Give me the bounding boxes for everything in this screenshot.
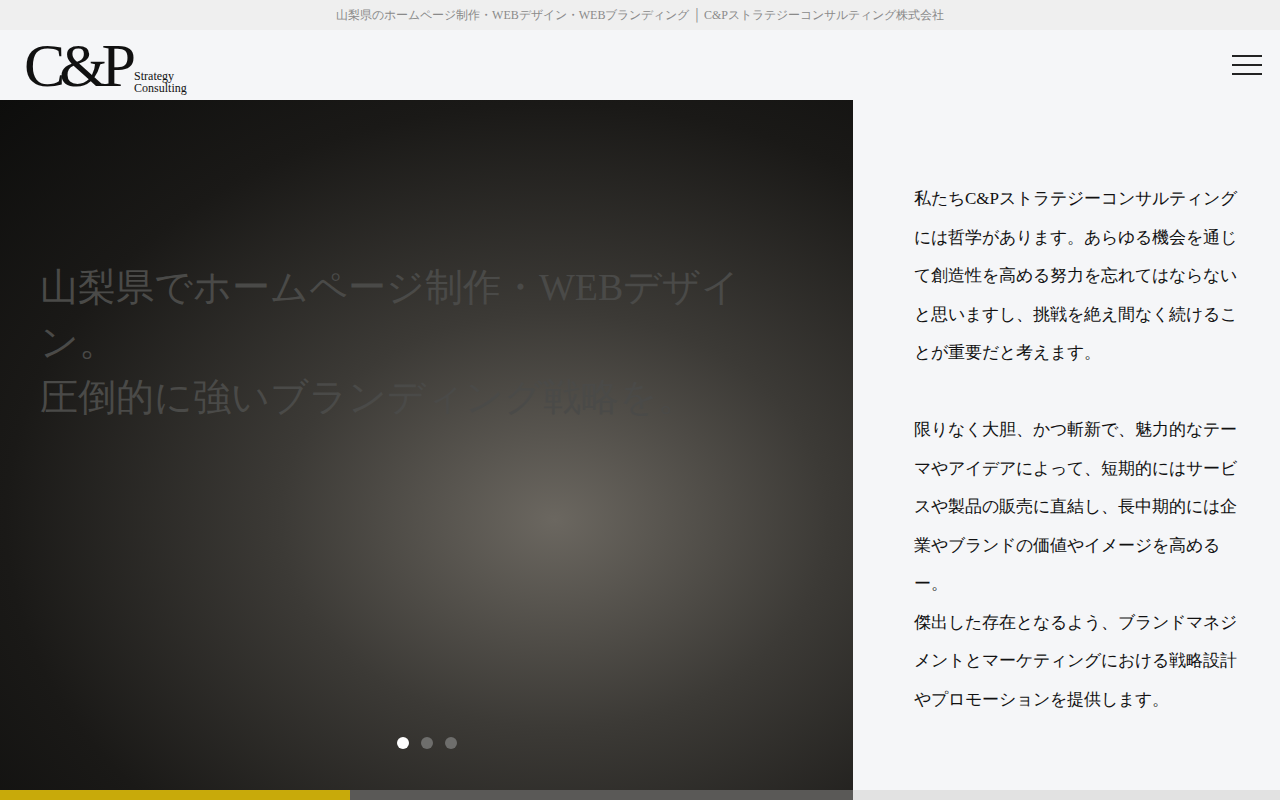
header: C&PStrategyConsulting xyxy=(0,30,1280,100)
main: 山梨県でホームページ制作・WEBデザイン。圧倒的に強いブランディング戦略を。私た… xyxy=(0,100,1280,800)
logo-mark: C&P xyxy=(24,34,130,96)
logo[interactable]: C&PStrategyConsulting xyxy=(24,34,187,96)
site-tagline: 山梨県のホームページ制作・WEBデザイン・WEBブランディング │ C&Pストラ… xyxy=(336,7,944,24)
intro-line: には哲学があります。あらゆる機会を通じ xyxy=(914,219,1280,258)
hero-heading: 山梨県でホームページ制作・WEBデザイン。圧倒的に強いブランディング戦略を。 xyxy=(0,100,853,425)
top-bar: 山梨県のホームページ制作・WEBデザイン・WEBブランディング │ C&Pストラ… xyxy=(0,0,1280,30)
hero-heading-line: 圧倒的に強いブランディング戦略を。 xyxy=(40,370,813,425)
intro-line: 業やブランドの価値やイメージを高める xyxy=(914,527,1280,566)
intro-text: 私たちC&Pストラテジーコンサルティングには哲学があります。あらゆる機会を通じて… xyxy=(853,100,1280,758)
hero-slider: 山梨県でホームページ制作・WEBデザイン。圧倒的に強いブランディング戦略を。 xyxy=(0,100,853,800)
intro-line: 限りなく大胆、かつ斬新で、魅力的なテー xyxy=(914,411,1280,450)
slider-dot[interactable] xyxy=(445,737,457,749)
hero-heading-line: ン。 xyxy=(40,315,813,370)
progress-fill xyxy=(0,790,350,800)
logo-subtitle: StrategyConsulting xyxy=(134,70,187,94)
intro-line: スや製品の販売に直結し、長中期的には企 xyxy=(914,488,1280,527)
slider-dot[interactable] xyxy=(397,737,409,749)
intro-line: と思いますし、挑戦を絶え間なく続けるこ xyxy=(914,296,1280,335)
intro-line: 傑出した存在となるよう、ブランドマネジ xyxy=(914,604,1280,643)
intro-line: 私たちC&Pストラテジーコンサルティング xyxy=(914,180,1280,219)
progress-track xyxy=(0,790,853,800)
intro-line: て創造性を高める努力を忘れてはならない xyxy=(914,257,1280,296)
intro-line: メントとマーケティングにおける戦略設計 xyxy=(914,642,1280,681)
slide-progress xyxy=(0,790,1280,800)
menu-icon[interactable] xyxy=(1232,55,1262,75)
intro-paragraph: 私たちC&Pストラテジーコンサルティングには哲学があります。あらゆる機会を通じて… xyxy=(914,180,1280,373)
intro-line: マやアイデアによって、短期的にはサービ xyxy=(914,450,1280,489)
intro-paragraph: 限りなく大胆、かつ斬新で、魅力的なテーマやアイデアによって、短期的にはサービスや… xyxy=(914,411,1280,719)
logo-sub-line: Strategy xyxy=(134,70,187,82)
intro-panel: 私たちC&Pストラテジーコンサルティングには哲学があります。あらゆる機会を通じて… xyxy=(853,100,1280,800)
slider-dots xyxy=(0,737,853,749)
intro-line: とが重要だと考えます。 xyxy=(914,334,1280,373)
logo-sub-line: Consulting xyxy=(134,82,187,94)
hero-heading-line: 山梨県でホームページ制作・WEBデザイ xyxy=(40,260,813,315)
slider-dot[interactable] xyxy=(421,737,433,749)
progress-rest xyxy=(853,790,1280,800)
intro-line: やプロモーションを提供します。 xyxy=(914,681,1280,720)
intro-line: ー。 xyxy=(914,565,1280,604)
